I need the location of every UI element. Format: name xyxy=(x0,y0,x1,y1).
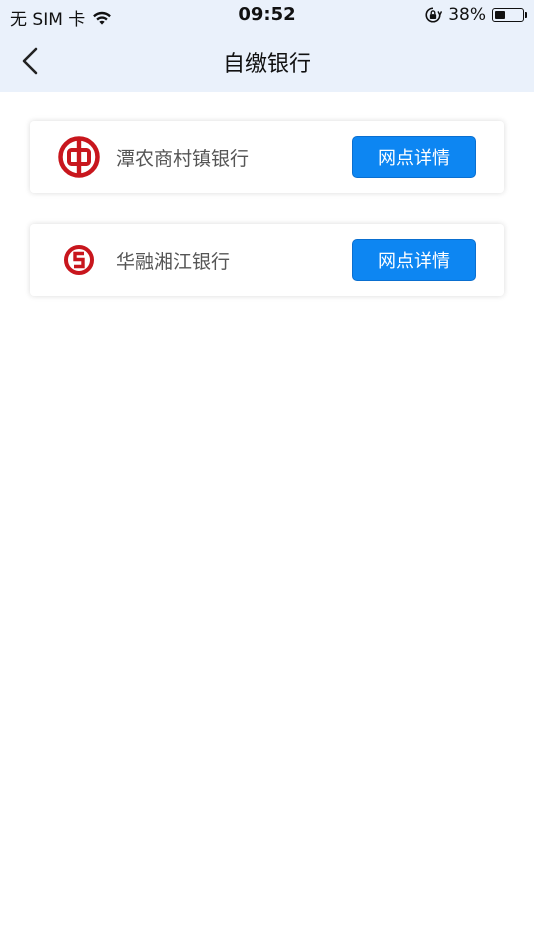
huarong-xiangjiang-logo-icon xyxy=(64,245,94,275)
header-area: 无 SIM 卡 09:52 38% 自缴银行 xyxy=(0,0,534,92)
rotation-lock-icon xyxy=(425,7,443,23)
battery-fill xyxy=(495,11,505,19)
battery-icon xyxy=(492,8,527,22)
status-right: 38% xyxy=(424,5,527,25)
battery-percent: 38% xyxy=(448,5,486,25)
bank-list: 潭农商村镇银行 网点详情 华融湘江银行 网点详情 xyxy=(30,121,504,327)
bank-card: 华融湘江银行 网点详情 xyxy=(30,224,504,296)
bank-card: 潭农商村镇银行 网点详情 xyxy=(30,121,504,193)
bank-name: 潭农商村镇银行 xyxy=(116,148,250,170)
bank-name: 华融湘江银行 xyxy=(116,251,231,273)
bank-of-china-logo-icon xyxy=(58,136,100,178)
status-bar: 无 SIM 卡 09:52 38% xyxy=(0,0,534,30)
branch-detail-button[interactable]: 网点详情 xyxy=(352,136,476,178)
branch-detail-button[interactable]: 网点详情 xyxy=(352,239,476,281)
page-title: 自缴银行 xyxy=(222,52,311,77)
nav-bar: 自缴银行 xyxy=(0,30,534,92)
